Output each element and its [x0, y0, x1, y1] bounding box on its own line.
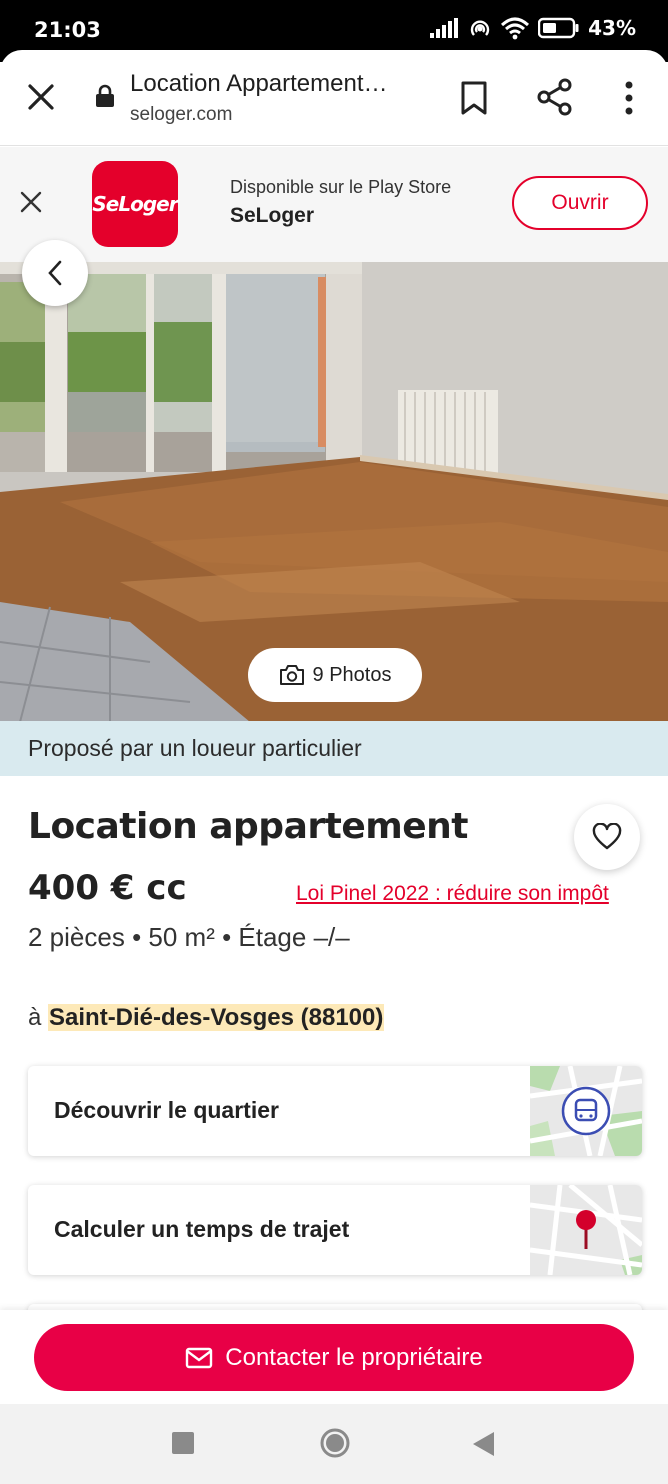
neighborhood-map-thumbnail	[530, 1066, 642, 1156]
travel-time-label: Calculer un temps de trajet	[54, 1216, 350, 1242]
owner-type-text: Proposé par un loueur particulier	[28, 735, 362, 761]
hotspot-icon	[471, 20, 490, 36]
discover-neighborhood-label: Découvrir le quartier	[54, 1097, 279, 1123]
status-icons: 43%	[430, 16, 636, 40]
back-button[interactable]	[22, 240, 88, 306]
contact-owner-button[interactable]: Contacter le propriétaire	[34, 1324, 634, 1391]
app-install-banner: SeLoger Disponible sur le Play Store SeL…	[0, 147, 668, 262]
listing-location: à Saint-Dié-des-Vosges (88100)	[28, 1004, 385, 1032]
discover-neighborhood-card[interactable]: Découvrir le quartier	[28, 1066, 642, 1156]
listing-features: 2 pièces • 50 m² • Étage –/–	[28, 922, 350, 952]
listing-title: Location appartement	[28, 806, 469, 847]
system-navigation-bar	[0, 1404, 668, 1484]
wifi-icon	[501, 17, 530, 40]
banner-availability: Disponible sur le Play Store	[230, 177, 452, 197]
home-button[interactable]	[319, 1427, 351, 1459]
banner-app-name: SeLoger	[230, 204, 315, 227]
open-app-button[interactable]: Ouvrir	[512, 176, 648, 230]
favorite-button[interactable]	[574, 804, 640, 870]
contact-bar: Contacter le propriétaire	[0, 1310, 668, 1404]
page-url[interactable]: seloger.com	[130, 104, 232, 126]
close-icon[interactable]	[24, 80, 58, 114]
battery-percent: 43%	[588, 16, 636, 40]
seloger-logo: SeLoger	[92, 161, 179, 247]
share-icon[interactable]	[536, 78, 574, 116]
contact-owner-label: Contacter le propriétaire	[225, 1343, 483, 1371]
bookmark-icon[interactable]	[458, 80, 490, 116]
browser-toolbar: Location Appartement… seloger.com	[0, 50, 668, 146]
owner-type-banner: Proposé par un loueur particulier	[0, 721, 668, 776]
heart-icon	[592, 823, 622, 850]
battery-icon	[538, 17, 579, 39]
recents-button[interactable]	[172, 1432, 194, 1454]
back-nav-button[interactable]	[470, 1430, 496, 1458]
travel-map-thumbnail	[530, 1185, 642, 1275]
location-prefix: à	[28, 1004, 49, 1031]
travel-time-card[interactable]: Calculer un temps de trajet	[28, 1185, 642, 1275]
pinel-law-link[interactable]: Loi Pinel 2022 : réduire son impôt	[296, 882, 609, 906]
listing-price: 400 € cc	[28, 868, 187, 908]
photos-count-button[interactable]: 9 Photos	[248, 648, 422, 702]
lock-icon	[96, 84, 114, 107]
chevron-left-icon	[48, 260, 62, 286]
status-time: 21:03	[34, 18, 101, 42]
signal-icon	[430, 18, 459, 38]
page-title: Location Appartement…	[130, 70, 388, 97]
mail-icon	[186, 1347, 213, 1368]
dismiss-banner-icon[interactable]	[18, 189, 44, 215]
more-options-icon[interactable]	[614, 78, 644, 118]
listing-photo[interactable]: 9 Photos	[0, 262, 668, 722]
photos-count-label: 9 Photos	[312, 663, 392, 686]
location-city[interactable]: Saint-Dié-des-Vosges (88100)	[48, 1004, 385, 1031]
camera-icon	[279, 665, 304, 685]
